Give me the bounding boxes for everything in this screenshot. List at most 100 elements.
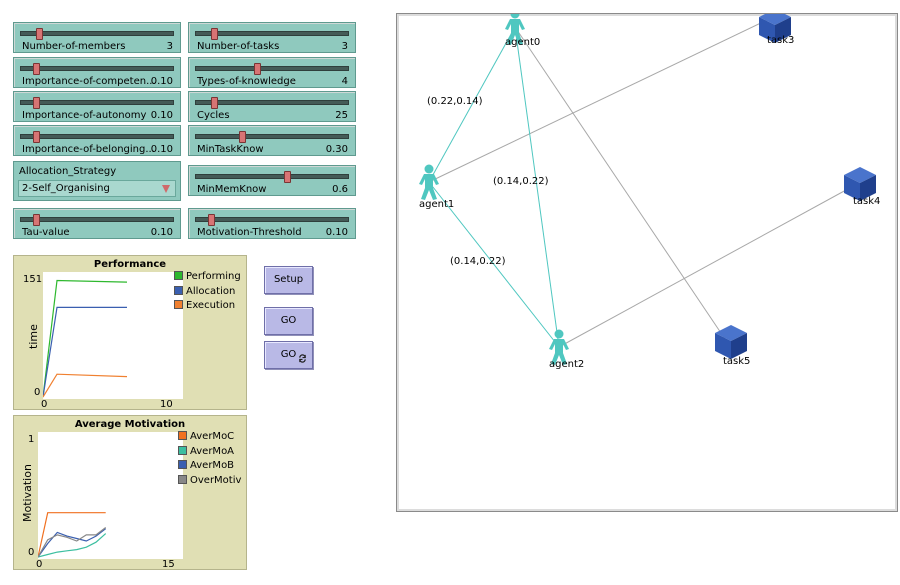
slider-knob[interactable] bbox=[284, 171, 292, 183]
motivation-chart-svg bbox=[37, 512, 107, 558]
chevron-down-icon[interactable] bbox=[162, 185, 170, 193]
slider-value: 0.30 bbox=[325, 144, 348, 155]
legend-label: AverMoC bbox=[190, 431, 235, 442]
go-forever-button[interactable]: GO bbox=[264, 341, 313, 369]
slider-min-mem-know[interactable]: MinMemKnow 0.6 bbox=[188, 165, 356, 196]
go-forever-button-label: GO bbox=[280, 349, 297, 360]
slider-knob[interactable] bbox=[33, 214, 41, 226]
slider-knob[interactable] bbox=[33, 131, 41, 143]
y-axis-label: Motivation bbox=[21, 464, 34, 522]
slider-knob[interactable] bbox=[208, 214, 216, 226]
setup-button-label: Setup bbox=[273, 274, 304, 285]
agent2-label: agent2 bbox=[549, 359, 584, 370]
slider-knob[interactable] bbox=[211, 28, 219, 40]
performance-plot: Performance 151 0 0 10 time Performing A… bbox=[13, 255, 247, 410]
slider-label: Cycles bbox=[197, 110, 230, 121]
chooser-select[interactable]: 2-Self_Organising bbox=[18, 180, 176, 197]
slider-types-of-knowledge[interactable]: Types-of-knowledge 4 bbox=[188, 57, 356, 88]
link-label-a0-a2: (0.14,0.22) bbox=[493, 176, 549, 187]
slider-label: Importance-of-competen... bbox=[22, 76, 156, 87]
slider-track[interactable] bbox=[20, 28, 174, 40]
slider-tau-value[interactable]: Tau-value 0.10 bbox=[13, 208, 181, 239]
agent0-label: agent0 bbox=[505, 37, 540, 48]
slider-value: 0.10 bbox=[150, 110, 173, 121]
slider-number-of-members[interactable]: Number-of-members 3 bbox=[13, 22, 181, 53]
legend-swatch bbox=[178, 474, 187, 484]
slider-value: 3 bbox=[341, 41, 348, 52]
legend-label: OverMotiv bbox=[190, 474, 242, 486]
x-max-tick: 10 bbox=[160, 399, 173, 410]
go-button[interactable]: GO bbox=[264, 307, 313, 335]
legend-label: Performing bbox=[186, 271, 241, 282]
series-line-performing bbox=[42, 279, 128, 398]
chooser-label: Allocation_Strategy bbox=[19, 166, 117, 177]
task3-label: task3 bbox=[767, 35, 794, 46]
x-max-tick: 15 bbox=[162, 559, 175, 570]
go-button-label: GO bbox=[280, 315, 297, 326]
legend-item: AverMoC bbox=[178, 431, 241, 446]
slider-label: Number-of-members bbox=[22, 41, 126, 52]
slider-track[interactable] bbox=[195, 171, 349, 183]
link-label-a1-a2: (0.14,0.22) bbox=[450, 256, 506, 267]
slider-track[interactable] bbox=[195, 214, 349, 226]
slider-knob[interactable] bbox=[33, 63, 41, 75]
legend-swatch bbox=[174, 271, 183, 280]
y-max-tick: 1 bbox=[28, 434, 35, 445]
slider-importance-of-autonomy[interactable]: Importance-of-autonomy 0.10 bbox=[13, 91, 181, 122]
chooser-value: 2-Self_Organising bbox=[22, 183, 110, 194]
legend-item: AverMoB bbox=[178, 460, 241, 475]
slider-label: Importance-of-autonomy bbox=[22, 110, 147, 121]
slider-knob[interactable] bbox=[253, 63, 261, 75]
slider-track[interactable] bbox=[195, 63, 349, 75]
slider-knob[interactable] bbox=[33, 97, 41, 109]
legend-item: Allocation bbox=[174, 285, 241, 301]
slider-cycles[interactable]: Cycles 25 bbox=[188, 91, 356, 122]
slider-knob[interactable] bbox=[238, 131, 246, 143]
slider-importance-of-belonging[interactable]: Importance-of-belonging... 0.10 bbox=[13, 125, 181, 156]
slider-value: 0.10 bbox=[150, 227, 173, 238]
plot-area bbox=[37, 432, 183, 559]
legend-label: Execution bbox=[186, 300, 236, 311]
world-view[interactable]: (0.22,0.14) (0.14,0.22) (0.14,0.22) agen… bbox=[396, 13, 898, 512]
slider-label: Importance-of-belonging... bbox=[22, 144, 155, 155]
slider-track[interactable] bbox=[20, 97, 174, 109]
slider-number-of-tasks[interactable]: Number-of-tasks 3 bbox=[188, 22, 356, 53]
world-svg: (0.22,0.14) (0.14,0.22) (0.14,0.22) agen… bbox=[419, 14, 880, 370]
slider-knob[interactable] bbox=[211, 97, 219, 109]
slider-knob[interactable] bbox=[36, 28, 44, 40]
task5-cube-icon[interactable] bbox=[715, 325, 747, 359]
plot-area bbox=[42, 272, 183, 399]
y-min-tick: 0 bbox=[28, 547, 35, 558]
performance-chart-svg bbox=[42, 279, 128, 398]
legend-swatch bbox=[174, 300, 183, 309]
slider-motivation-threshold[interactable]: Motivation-Threshold 0.10 bbox=[188, 208, 356, 239]
series-line-execution bbox=[42, 373, 128, 398]
legend-item: Performing bbox=[174, 271, 241, 286]
slider-value: 25 bbox=[335, 110, 348, 121]
slider-track[interactable] bbox=[20, 63, 174, 75]
allocation-strategy-chooser[interactable]: Allocation_Strategy 2-Self_Organising bbox=[13, 161, 181, 201]
slider-value: 0.10 bbox=[325, 227, 348, 238]
slider-track[interactable] bbox=[195, 28, 349, 40]
link-agent2-task4 bbox=[558, 183, 858, 348]
y-axis-label: time bbox=[27, 324, 40, 349]
legend-item: AverMoA bbox=[178, 445, 241, 461]
slider-value: 3 bbox=[166, 41, 173, 52]
y-max-tick: 151 bbox=[23, 274, 43, 285]
slider-track[interactable] bbox=[20, 214, 174, 226]
slider-track[interactable] bbox=[20, 131, 174, 143]
slider-importance-of-competence[interactable]: Importance-of-competen... 0.10 bbox=[13, 57, 181, 88]
task4-label: task4 bbox=[853, 196, 880, 207]
slider-track[interactable] bbox=[195, 97, 349, 109]
legend-item: Execution bbox=[174, 300, 241, 315]
motivation-legend: AverMoC AverMoA AverMoB OverMotiv bbox=[178, 431, 241, 489]
legend-swatch bbox=[178, 460, 187, 469]
slider-label: MinMemKnow bbox=[197, 184, 267, 195]
legend-swatch bbox=[178, 445, 187, 455]
x-min-tick: 0 bbox=[36, 559, 43, 570]
setup-button[interactable]: Setup bbox=[264, 266, 313, 294]
slider-label: Number-of-tasks bbox=[197, 41, 280, 52]
slider-label: MinTaskKnow bbox=[197, 144, 264, 155]
slider-min-task-know[interactable]: MinTaskKnow 0.30 bbox=[188, 125, 356, 156]
slider-track[interactable] bbox=[195, 131, 349, 143]
